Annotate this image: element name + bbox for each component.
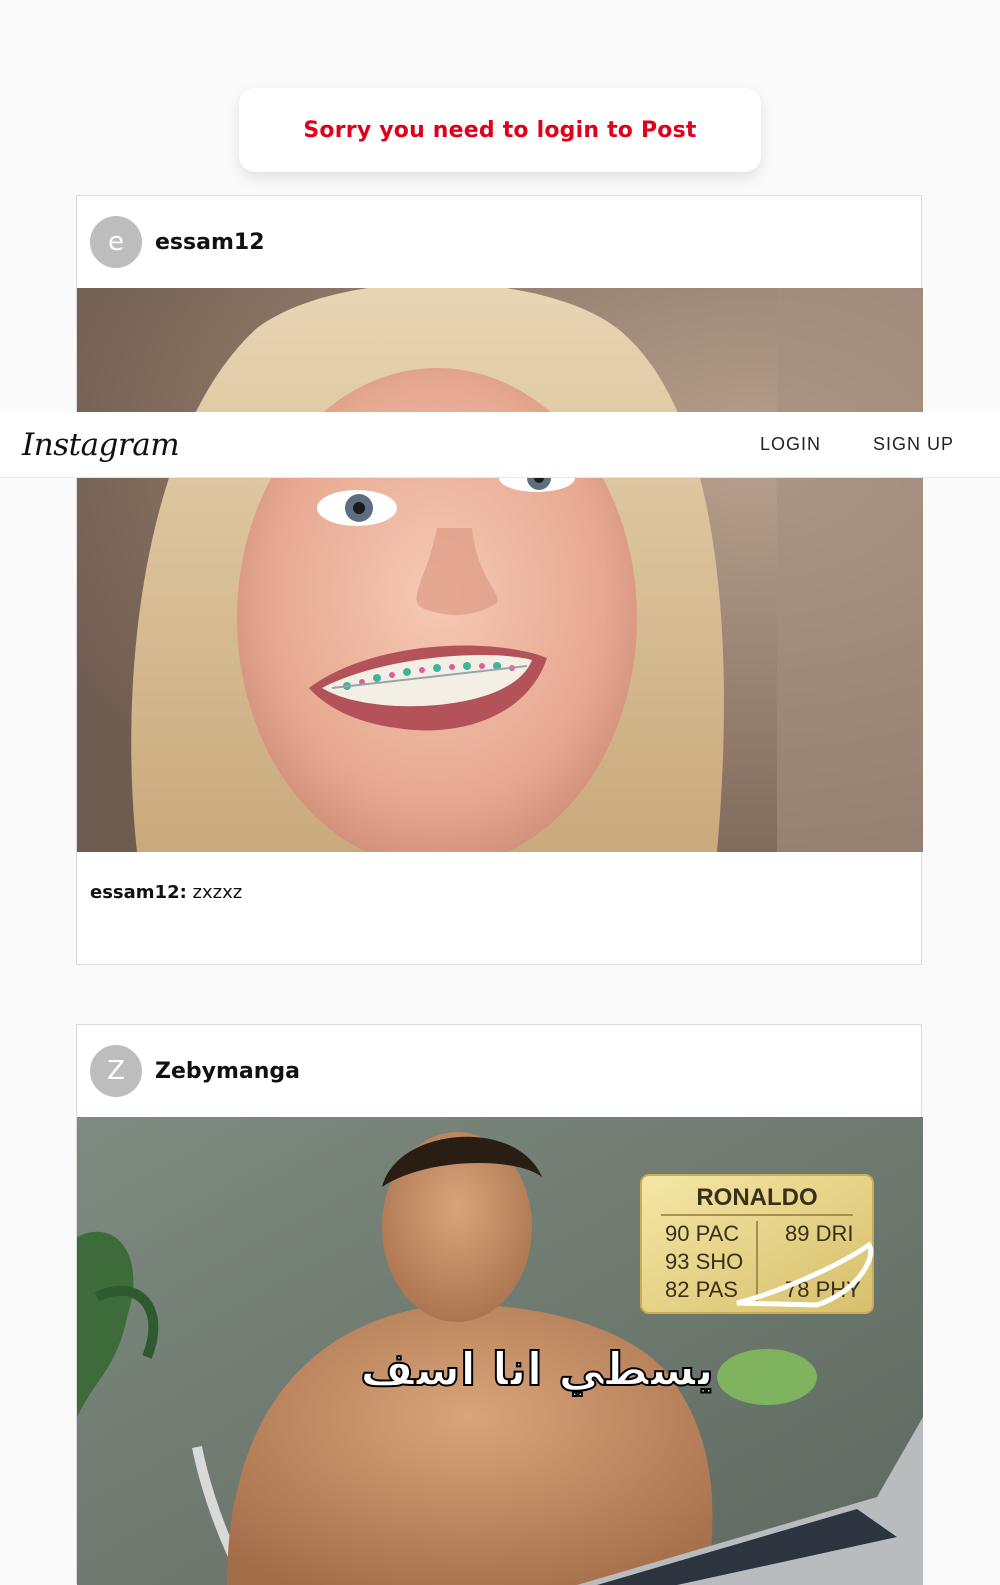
rating-card: RONALDO 90 PAC 93 SHO 82 PAS 89 DRI 78 P… — [640, 1174, 874, 1314]
login-required-notice: Sorry you need to login to Post — [239, 88, 761, 172]
signup-button[interactable]: SIGN UP — [873, 434, 954, 455]
card-stat: 93 SHO — [665, 1249, 743, 1274]
post-image: RONALDO 90 PAC 93 SHO 82 PAS 89 DRI 78 P… — [77, 1117, 923, 1585]
card-stat: 82 PAS — [665, 1277, 738, 1302]
caption-username[interactable]: essam12: — [90, 882, 187, 903]
meme-overlay-text: يسطي انا اسف — [360, 1342, 714, 1396]
meme-image: RONALDO 90 PAC 93 SHO 82 PAS 89 DRI 78 P… — [77, 1117, 923, 1585]
caption-text: zxzxz — [186, 882, 243, 903]
post-caption: essam12: zxzxz — [77, 852, 921, 903]
avatar[interactable]: e — [90, 216, 142, 268]
instagram-logo[interactable]: Instagram — [22, 427, 180, 463]
post-username[interactable]: Zebymanga — [155, 1059, 300, 1084]
top-nav-bar: Instagram LOGIN SIGN UP — [0, 412, 1000, 478]
post-card: Z Zebymanga RONALDO 90 PAC 93 SHO 82 PAS… — [76, 1024, 923, 1585]
card-name: RONALDO — [696, 1184, 817, 1211]
post-header: e essam12 — [77, 196, 921, 288]
post-card: e essam12 essam12: zxzxz — [76, 195, 923, 965]
auth-nav: LOGIN SIGN UP — [708, 434, 954, 455]
card-stat: 89 DRI — [785, 1221, 853, 1246]
notice-text: Sorry you need to login to Post — [303, 117, 697, 143]
card-stat: 90 PAC — [665, 1221, 739, 1246]
avatar[interactable]: Z — [90, 1045, 142, 1097]
post-header: Z Zebymanga — [77, 1025, 921, 1117]
girl-with-braces-image — [77, 288, 923, 852]
post-username[interactable]: essam12 — [155, 230, 265, 255]
post-image — [77, 288, 923, 852]
login-button[interactable]: LOGIN — [760, 434, 821, 455]
